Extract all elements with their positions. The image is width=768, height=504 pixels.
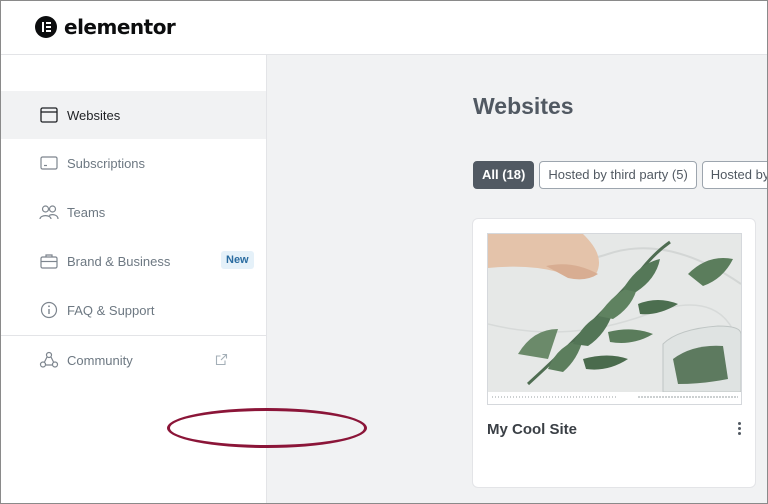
sidebar-item-label: FAQ & Support [67,302,155,318]
sidebar-item-community[interactable]: Community [1,336,266,384]
sidebar-item-subscriptions[interactable]: Subscriptions [1,139,266,187]
sidebar-item-label: Brand & Business [67,253,171,269]
sidebar-item-teams[interactable]: Teams [1,188,266,236]
new-badge: New [221,251,254,269]
top-bar: elementor [1,1,767,55]
filter-hosted-by-elementor[interactable]: Hosted by El [701,161,767,189]
app-window: elementor Websites Subscriptions Teams B… [0,0,768,504]
sidebar-item-label: Subscriptions [67,155,146,171]
site-name[interactable]: My Cool Site [487,421,577,438]
page-title: Websites [473,93,574,119]
elementor-logo[interactable]: elementor [35,15,176,39]
more-options-icon[interactable] [731,418,747,438]
briefcase-icon [39,251,59,271]
sidebar-item-label: Community [67,352,133,368]
elementor-logo-icon [35,16,57,38]
sidebar-item-faq-support[interactable]: FAQ & Support [1,286,266,334]
main-content: Websites All (18) Hosted by third party … [267,55,767,503]
external-link-icon[interactable] [215,353,228,371]
users-icon [39,202,59,222]
sidebar: Websites Subscriptions Teams Brand & Bus… [1,55,267,503]
filter-all[interactable]: All (18) [473,161,535,189]
sidebar-item-websites[interactable]: Websites [1,91,266,139]
sidebar-item-label: Teams [67,204,106,220]
site-card[interactable]: My Cool Site [472,218,756,488]
subscription-card-icon [39,153,59,173]
brand-name: elementor [64,15,176,39]
community-icon [39,350,59,370]
browser-window-icon [39,105,59,125]
filter-hosted-third-party[interactable]: Hosted by third party (5) [539,161,697,189]
sidebar-item-label: Websites [67,107,121,123]
sidebar-item-brand-business[interactable]: Brand & Business New [1,237,266,285]
site-thumbnail[interactable] [487,233,742,405]
info-circle-icon [39,300,59,320]
filter-tabs: All (18) Hosted by third party (5) Hoste… [473,161,767,189]
site-preview-image [488,234,741,404]
